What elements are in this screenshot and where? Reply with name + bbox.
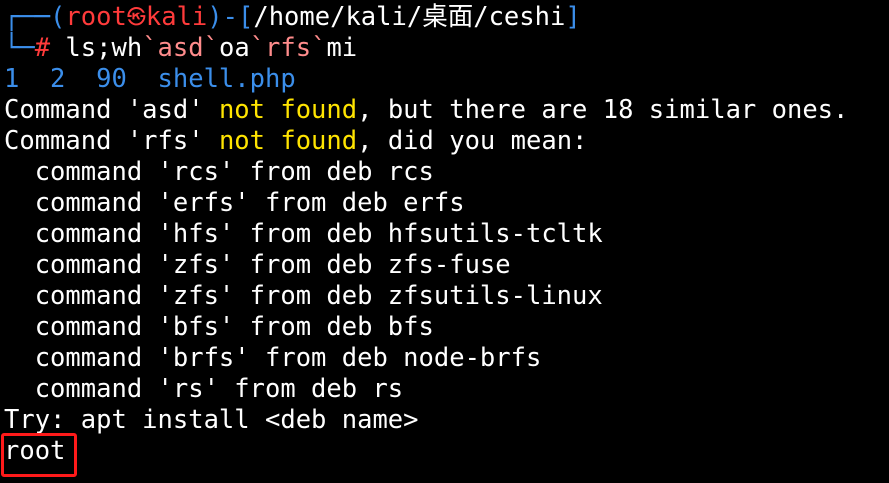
suggestion-line: command 'zfs' from deb zfs-fuse (4, 250, 511, 280)
prompt-corner-top: ┌──( (4, 2, 66, 32)
rfs-error-post: , did you mean: (357, 126, 588, 156)
rfs-not-found: not found (218, 126, 358, 156)
suggestion-line: command 'rcs' from deb rcs (4, 157, 434, 187)
asd-not-found: not found (218, 95, 358, 125)
rfs-error-pre: Command 'rfs' (4, 126, 219, 156)
suggestion-line: command 'brfs' from deb node-brfs (4, 343, 542, 373)
prompt-host: kali (145, 2, 208, 32)
asd-error-post: , but there are 18 similar ones. (357, 95, 849, 125)
command-backtick-asd: `asd` (142, 33, 219, 63)
asd-error-line: Command 'asd' not found, but there are 1… (4, 95, 848, 126)
skull-icon: ㉿ (126, 6, 146, 28)
terminal-window[interactable]: ┌──(root㉿kali)-[/home/kali/桌面/ceshi] └─#… (0, 0, 889, 483)
prompt-path: /home/kali/桌面/ceshi (253, 2, 566, 32)
rfs-error-line: Command 'rfs' not found, did you mean: (4, 126, 587, 157)
ls-output: 1 2 90 shell.php (4, 64, 296, 94)
prompt-header-line: ┌──(root㉿kali)-[/home/kali/桌面/ceshi] (4, 2, 581, 33)
suggestion-line: command 'zfs' from deb zfsutils-linux (4, 281, 603, 311)
prompt-corner-bottom: └─ (4, 33, 35, 63)
command-part-2: oa (218, 33, 250, 63)
suggestion-line: command 'bfs' from deb bfs (4, 312, 434, 342)
suggestion-line: command 'hfs' from deb hfsutils-tcltk (4, 219, 603, 249)
prompt-path-open: )-[ (207, 2, 254, 32)
command-backtick-rfs: `rfs` (249, 33, 327, 63)
asd-error-pre: Command 'asd' (4, 95, 219, 125)
suggestion-line: command 'rs' from deb rs (4, 374, 404, 404)
red-highlight-box (1, 433, 77, 477)
ls-output-line: 1 2 90 shell.php (4, 64, 296, 95)
try-install-line: Try: apt install <deb name> (4, 405, 419, 435)
prompt-path-close: ] (565, 2, 581, 32)
command-line[interactable]: └─# ls;wh`asd`oa`rfs`mi (4, 33, 357, 64)
prompt-hash: # (34, 33, 51, 63)
command-part-1: ls;wh (50, 33, 143, 63)
suggestion-line: command 'erfs' from deb erfs (4, 188, 465, 218)
prompt-user: root (65, 2, 127, 32)
command-part-3: mi (326, 33, 358, 63)
